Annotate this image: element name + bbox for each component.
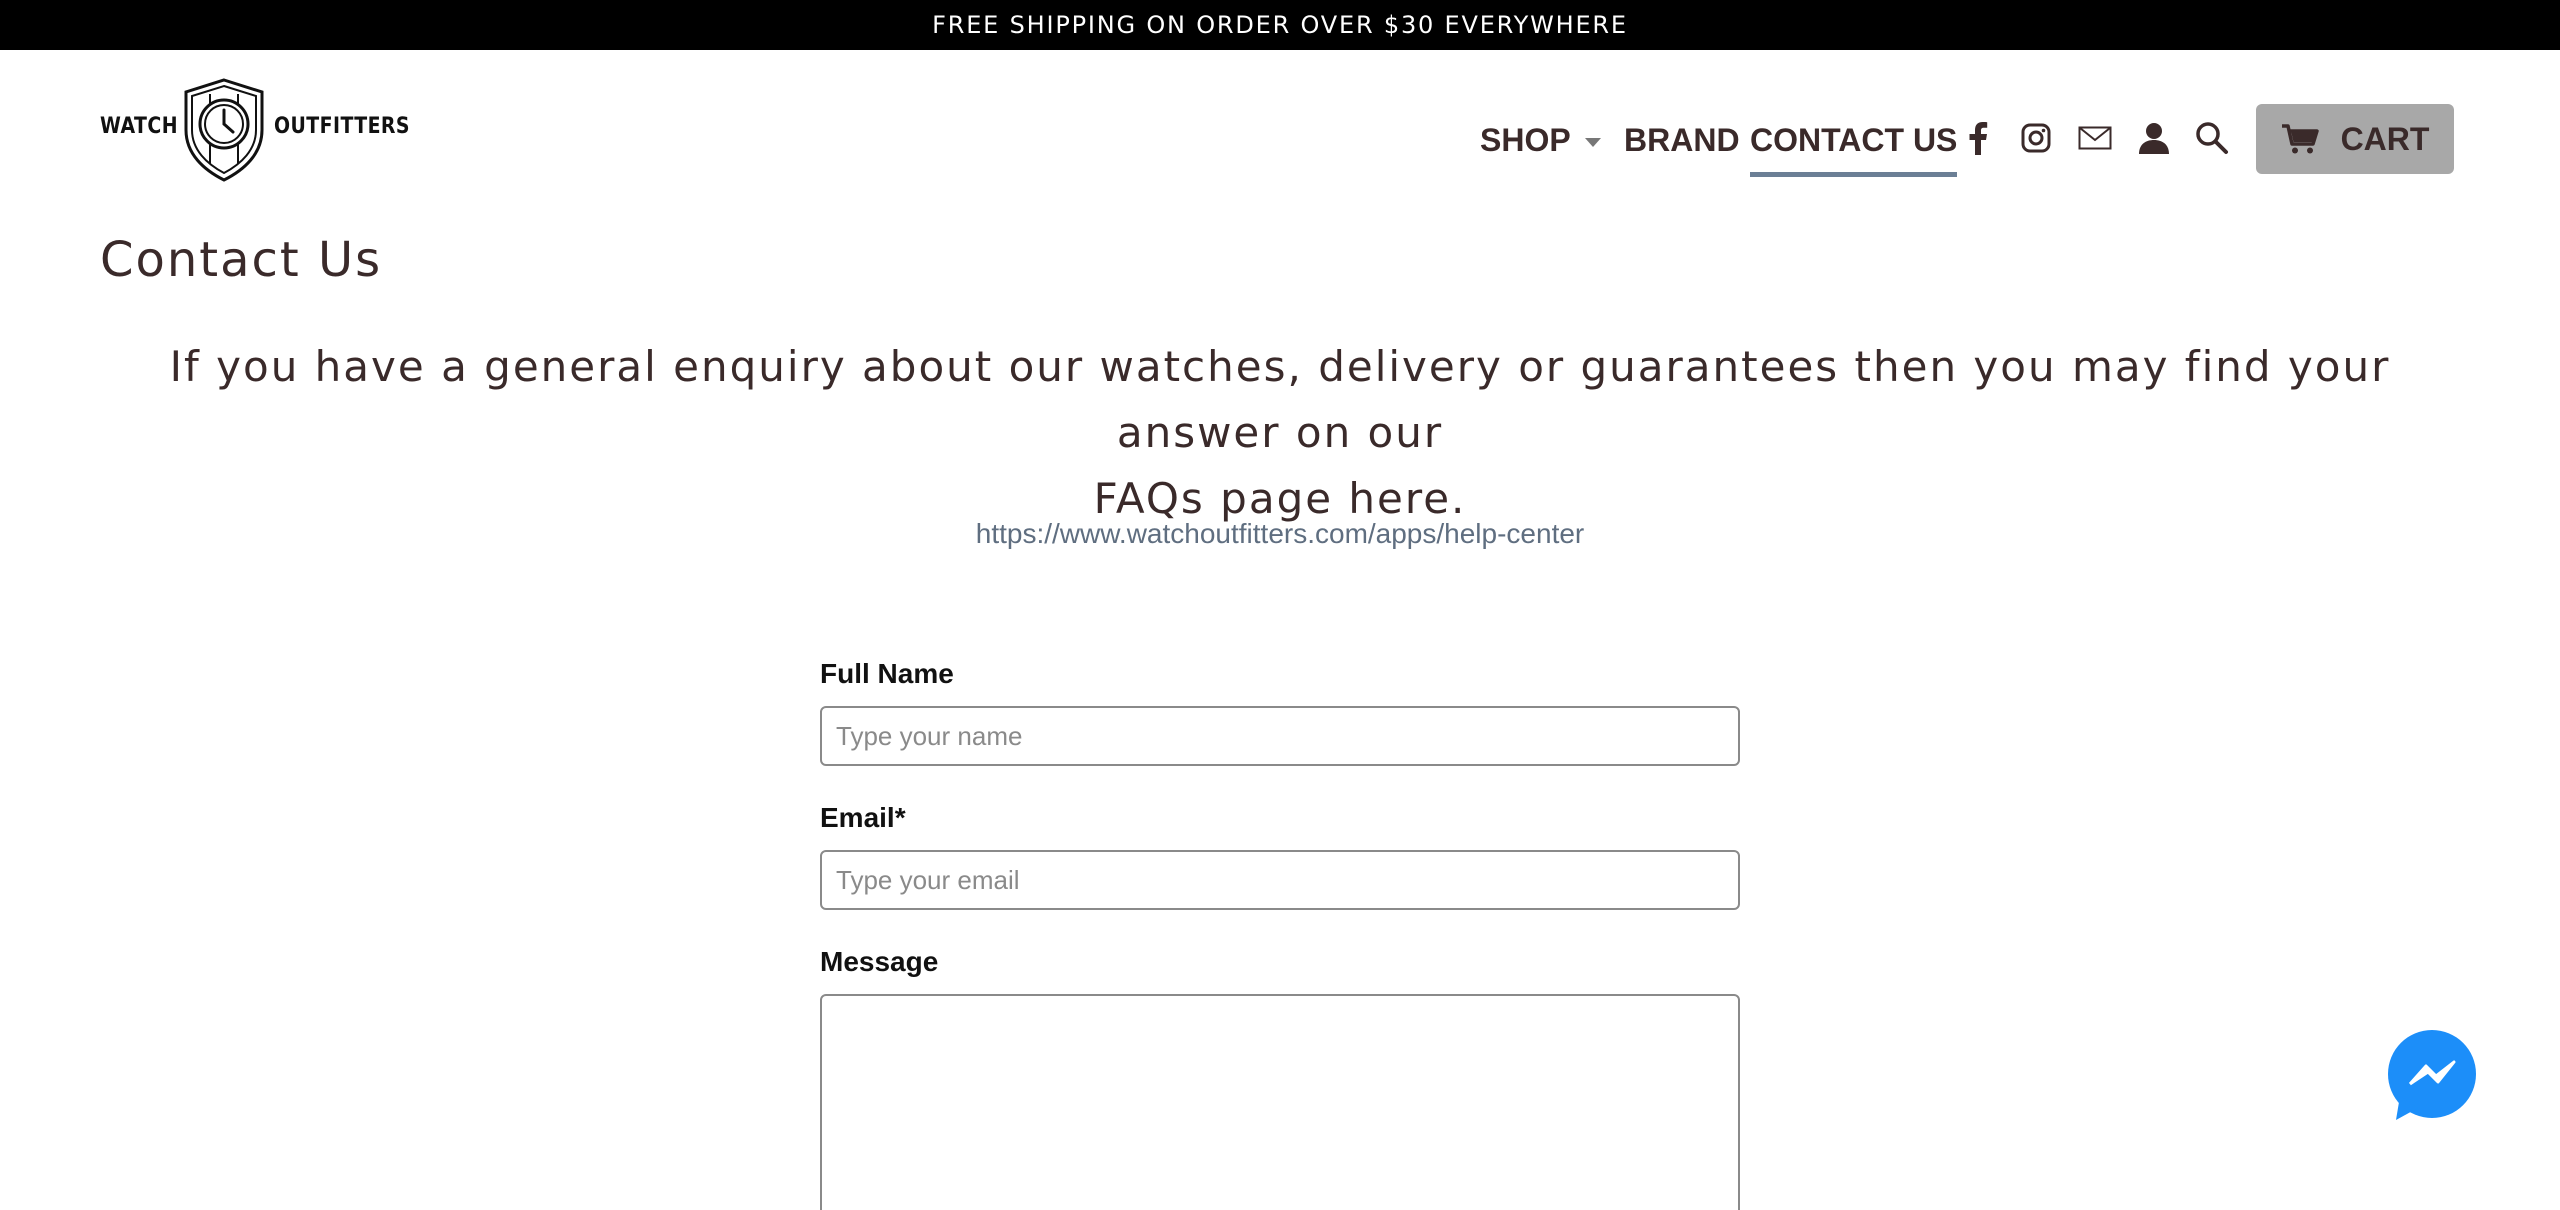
email-label: Email* [820, 802, 906, 833]
site-logo[interactable]: WATCH OUTFITTERS [100, 78, 410, 184]
message-label: Message [820, 946, 939, 977]
instagram-icon[interactable] [2016, 118, 2056, 158]
cart-label: CART [2340, 120, 2430, 157]
page-title: Contact Us [100, 232, 383, 288]
email-input[interactable] [820, 850, 1740, 910]
announcement-text: FREE SHIPPING ON ORDER OVER $30 EVERYWHE… [932, 11, 1628, 39]
mail-icon[interactable] [2075, 118, 2115, 158]
intro-line-1: If you have a general enquiry about our … [169, 342, 2391, 457]
logo-word-outfitters: OUTFITTERS [274, 114, 410, 139]
logo-badge-icon [184, 78, 264, 182]
search-icon[interactable] [2192, 118, 2232, 158]
message-textarea[interactable] [820, 994, 1740, 1210]
announcement-bar: FREE SHIPPING ON ORDER OVER $30 EVERYWHE… [0, 0, 2560, 50]
messenger-icon [2388, 1030, 2476, 1120]
cart-button[interactable]: CART [2256, 104, 2454, 174]
nav-contact-label: CONTACT US [1750, 121, 1958, 158]
messenger-chat-button[interactable] [2386, 1030, 2478, 1122]
nav-brand-label: BRAND [1624, 121, 1740, 158]
nav-shop-label: SHOP [1480, 121, 1571, 158]
full-name-label: Full Name [820, 658, 954, 689]
chevron-down-icon [1584, 137, 1601, 147]
account-icon[interactable] [2134, 118, 2174, 158]
nav-shop[interactable]: SHOP [1480, 104, 1601, 176]
facebook-icon[interactable] [1958, 118, 1998, 158]
full-name-input[interactable] [820, 706, 1740, 766]
intro-text: If you have a general enquiry about our … [100, 334, 2460, 532]
help-center-link[interactable]: https://www.watchoutfitters.com/apps/hel… [0, 518, 2560, 550]
nav-contact-us[interactable]: CONTACT US [1750, 104, 1958, 177]
nav-brand[interactable]: BRAND [1624, 104, 1740, 176]
cart-icon [2281, 124, 2319, 154]
logo-word-watch: WATCH [100, 114, 178, 139]
